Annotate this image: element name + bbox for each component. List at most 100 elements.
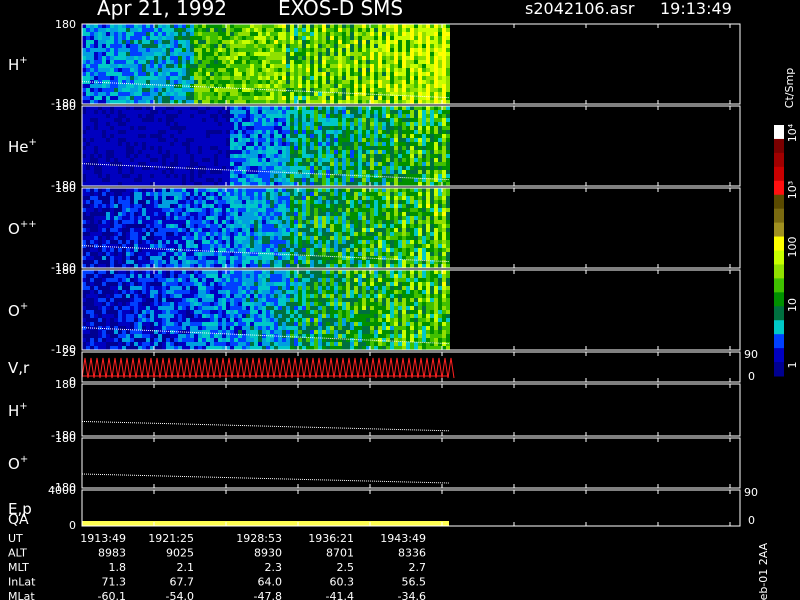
spectrogram-cell (258, 92, 262, 96)
spectrogram-cell (362, 110, 366, 114)
spectrogram-cell (378, 44, 382, 48)
spectrogram-cell (286, 80, 290, 84)
spectrogram-cell (206, 122, 210, 126)
spectrogram-cell (374, 48, 378, 52)
spectrogram-cell (250, 166, 254, 170)
spectrogram-cell (278, 130, 282, 134)
spectrogram-cell (210, 40, 214, 44)
spectrogram-cell (218, 114, 222, 118)
spectrogram-cell (326, 84, 330, 88)
spectrogram-cell (118, 72, 122, 76)
spectrogram-cell (182, 88, 186, 92)
spectrogram-cell (282, 174, 286, 178)
spectrogram-cell (142, 134, 146, 138)
spectrogram-cell (122, 36, 126, 40)
spectrogram-cell (290, 182, 294, 186)
spectrogram-cell (414, 162, 418, 166)
spectrogram-cell (186, 150, 190, 154)
spectrogram-cell (434, 126, 438, 130)
spectrogram-cell (118, 134, 122, 138)
spectrogram-cell (90, 174, 94, 178)
spectrogram-cell (86, 56, 90, 60)
spectrogram-cell (306, 150, 310, 154)
spectrogram-cell (90, 236, 94, 240)
spectrogram-cell (90, 200, 94, 204)
spectrogram-cell (414, 76, 418, 80)
spectrogram-cell (266, 28, 270, 32)
spectrogram-cell (442, 80, 446, 84)
spectrogram-cell (202, 150, 206, 154)
spectrogram-cell (422, 142, 426, 146)
spectrogram-cell (186, 80, 190, 84)
spectrogram-cell (366, 68, 370, 72)
spectrogram-cell (178, 32, 182, 36)
spectrogram-cell (402, 146, 406, 150)
spectrogram-cell (90, 134, 94, 138)
spectrogram-cell (430, 72, 434, 76)
spectrogram-cell (254, 76, 258, 80)
spectrogram-cell (354, 138, 358, 142)
spectrogram-cell (158, 114, 162, 118)
spectrogram-cell (318, 200, 322, 204)
spectrogram-cell (218, 96, 222, 100)
spectrogram-cell (294, 178, 298, 182)
spectrogram-cell (258, 192, 262, 196)
spectrogram-cell (414, 68, 418, 72)
spectrogram-cell (162, 170, 166, 174)
spectrogram-cell (286, 118, 290, 122)
spectrogram-cell (106, 252, 110, 256)
spectrogram-cell (162, 192, 166, 196)
spectrogram-cell (278, 178, 282, 182)
spectrogram-cell (182, 174, 186, 178)
spectrogram-cell (330, 248, 334, 252)
spectrogram-cell (158, 48, 162, 52)
spectrogram-cell (350, 28, 354, 32)
spectrogram-cell (366, 48, 370, 52)
spectrogram-cell (162, 158, 166, 162)
spectrogram-cell (406, 28, 410, 32)
spectrogram-cell (194, 100, 198, 104)
spectrogram-cell (334, 56, 338, 60)
spectrogram-cell (290, 48, 294, 52)
spectrogram-cell (302, 40, 306, 44)
spectrogram-cell (178, 252, 182, 256)
spectrogram-cell (186, 260, 190, 264)
spectrogram-cell (246, 118, 250, 122)
spectrogram-cell (326, 232, 330, 236)
spectrogram-cell (158, 88, 162, 92)
spectrogram-cell (362, 130, 366, 134)
spectrogram-cell (266, 72, 270, 76)
spectrogram-cell (306, 174, 310, 178)
spectrogram-cell (390, 40, 394, 44)
spectrogram-cell (410, 150, 414, 154)
spectrogram-cell (326, 118, 330, 122)
spectrogram-cell (170, 40, 174, 44)
spectrogram-cell (402, 64, 406, 68)
spectrogram-cell (446, 106, 450, 110)
spectrogram-cell (250, 154, 254, 158)
spectrogram-cell (262, 130, 266, 134)
spectrogram-cell (110, 122, 114, 126)
spectrogram-cell (270, 260, 274, 264)
spectrogram-cell (94, 192, 98, 196)
spectrogram-cell (90, 110, 94, 114)
spectrogram-cell (430, 60, 434, 64)
spectrogram-cell (302, 204, 306, 208)
spectrogram-cell (230, 36, 234, 40)
spectrogram-cell (226, 96, 230, 100)
spectrogram-cell (322, 162, 326, 166)
spectrogram-cell (98, 76, 102, 80)
spectrogram-cell (322, 68, 326, 72)
spectrogram-cell (422, 44, 426, 48)
spectrogram-cell (158, 68, 162, 72)
spectrogram-cell (382, 92, 386, 96)
spectrogram-cell (246, 24, 250, 28)
spectrogram-cell (286, 236, 290, 240)
spectrogram-cell (114, 76, 118, 80)
spectrogram-cell (158, 28, 162, 32)
spectrogram-cell (282, 146, 286, 150)
spectrogram-cell (206, 56, 210, 60)
spectrogram-cell (418, 158, 422, 162)
spectrogram-cell (394, 84, 398, 88)
spectrogram-cell (350, 100, 354, 104)
